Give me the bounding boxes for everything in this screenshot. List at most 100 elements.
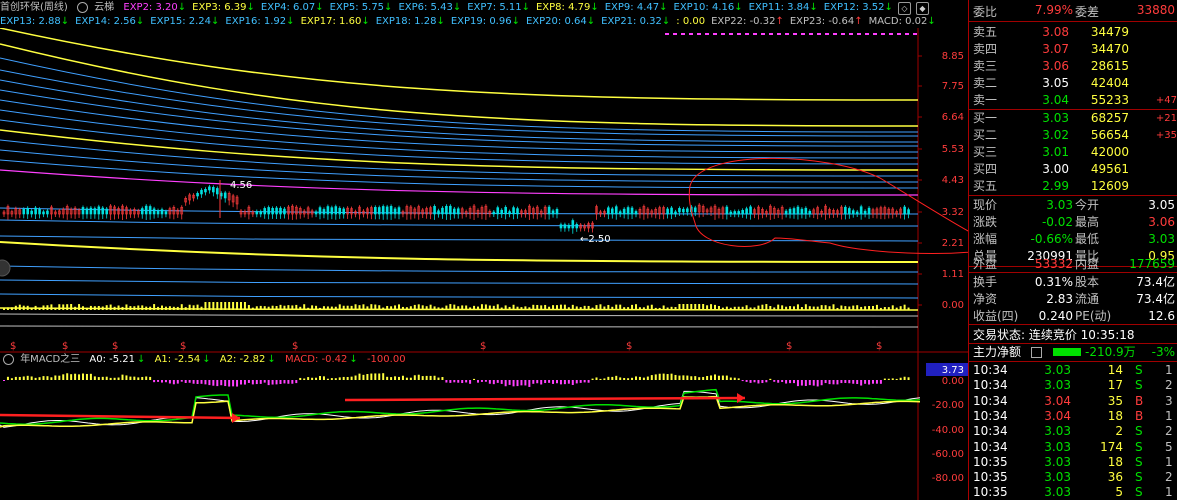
volume-bar xyxy=(650,304,653,310)
tick-side: S xyxy=(1135,439,1143,454)
volume-bar xyxy=(856,305,859,310)
stat-row: 换手 0.31% 股本 73.4亿 xyxy=(969,274,1177,291)
macd-hist-bar xyxy=(638,376,641,380)
macd-hist-bar xyxy=(804,380,807,386)
arrow-down-icon: ↓ xyxy=(659,2,668,13)
candle-body xyxy=(393,208,397,215)
price-tick-label: 0.00 xyxy=(942,300,964,311)
macd-name[interactable]: 年MACD之三 xyxy=(20,354,80,365)
macd-hist-bar xyxy=(504,380,507,387)
macd-hist-bar xyxy=(536,380,539,384)
close-icon[interactable]: ◆ xyxy=(916,2,929,15)
order-book-label: 买三 xyxy=(973,145,998,159)
volume-bar xyxy=(228,302,231,310)
exp-item: EXP9: 4.47↓ xyxy=(604,2,668,13)
macd-hist-bar xyxy=(559,380,562,385)
volume-bar xyxy=(477,306,479,310)
macd-hist-bar xyxy=(401,375,404,380)
candle-body xyxy=(792,208,796,215)
macd-hist-bar xyxy=(117,377,120,380)
macd-hist-bar xyxy=(484,380,487,382)
order-book-label: 卖二 xyxy=(973,76,998,90)
volume-bar xyxy=(354,304,357,310)
macd-hist-bar xyxy=(765,380,768,383)
macd-settings-icon[interactable] xyxy=(3,353,14,365)
volume-bar xyxy=(330,306,333,310)
volume-bar xyxy=(745,305,748,310)
macd-hist-bar xyxy=(753,380,756,383)
tick-row: 10:34 3.04 35 B 3 xyxy=(969,394,1177,409)
exp-item: EXP21: 0.32↓ xyxy=(601,16,671,27)
volume-bar xyxy=(334,306,337,310)
candle-body xyxy=(907,209,910,215)
collapse-icon[interactable]: ◇ xyxy=(898,2,911,15)
macd-hist-bar xyxy=(291,380,294,384)
tick-row: 10:35 3.03 36 S 2 xyxy=(969,470,1177,485)
volume-bar xyxy=(587,305,590,310)
stat-value: -0.02 xyxy=(1041,215,1073,229)
dividend-marker-icon: $ xyxy=(112,341,118,352)
stat-value: 3.05 xyxy=(1148,198,1175,212)
stat-value: 73.4亿 xyxy=(1136,275,1175,289)
low-price-label: ←2.50 xyxy=(580,234,611,245)
macd-hist-bar xyxy=(398,376,400,380)
volume-bar xyxy=(536,304,539,310)
volume-bar xyxy=(658,307,661,310)
candle-body xyxy=(622,208,626,215)
volume-bar xyxy=(26,305,29,310)
candle-body xyxy=(267,207,270,215)
volume-bar xyxy=(279,304,282,310)
order-book-volume: 56654 xyxy=(1090,128,1129,142)
volume-bar xyxy=(82,306,84,310)
order-book-row: 卖四 3.07 34470 xyxy=(969,41,1177,58)
volume-bar xyxy=(271,305,274,310)
indicator-name[interactable]: 云梯 xyxy=(94,2,114,13)
macd-hist-bar xyxy=(101,376,104,380)
volume-bar xyxy=(635,304,637,310)
macd-hist-bar xyxy=(279,380,282,385)
candle-body xyxy=(385,206,389,215)
stat-value: 0.240 xyxy=(1038,309,1073,323)
macd-hist-bar xyxy=(18,376,21,380)
stat-label: 内盘 xyxy=(1075,257,1100,271)
volume-bar xyxy=(725,306,728,310)
price-tick-label: 1.11 xyxy=(942,269,964,280)
candle-body xyxy=(867,207,871,215)
price-tick-label: 3.32 xyxy=(942,207,964,218)
macd-hist-bar xyxy=(654,374,657,380)
candle-body xyxy=(733,211,737,215)
volume-bar xyxy=(646,305,649,310)
macd-hist-bar xyxy=(358,373,361,380)
macd-hist-bar xyxy=(54,375,57,380)
volume-bar xyxy=(686,304,689,310)
volume-bar xyxy=(520,307,523,310)
volume-bar xyxy=(469,307,472,310)
macd-hist-bar xyxy=(192,380,195,384)
volume-bar xyxy=(192,305,195,310)
volume-bar xyxy=(58,304,61,310)
candle-body xyxy=(784,210,788,215)
candle-body xyxy=(855,211,859,215)
order-book-volume: 28615 xyxy=(1090,59,1129,73)
volume-bar xyxy=(698,304,701,310)
volume-bar xyxy=(607,304,610,310)
macd-hist-bar xyxy=(236,380,239,387)
volume-bar xyxy=(338,304,341,310)
expand-icon[interactable] xyxy=(1031,347,1042,358)
volume-bar xyxy=(137,305,140,310)
macd-hist-bar xyxy=(465,380,468,383)
price-tick-label: 8.85 xyxy=(942,51,964,62)
macd-hist-bar xyxy=(338,377,341,380)
candle-body xyxy=(863,210,867,215)
exp-item: EXP7: 5.11↓ xyxy=(467,2,530,13)
macd-hist-bar xyxy=(366,374,369,380)
price-tick-label: 2.21 xyxy=(942,238,964,249)
price-chart[interactable]: 8.85 7.75 6.64 5.53 4.43 3.32 2.21 1.11 0.00 4.56… xyxy=(0,28,968,500)
macd-hist-bar xyxy=(761,380,764,384)
candle-body xyxy=(859,206,863,215)
macd-hist-bar xyxy=(129,376,132,380)
macd-hist-bar xyxy=(749,380,752,383)
macd-hist-bar xyxy=(627,378,630,380)
volume-bar xyxy=(413,304,416,310)
settings-icon[interactable] xyxy=(77,1,88,13)
